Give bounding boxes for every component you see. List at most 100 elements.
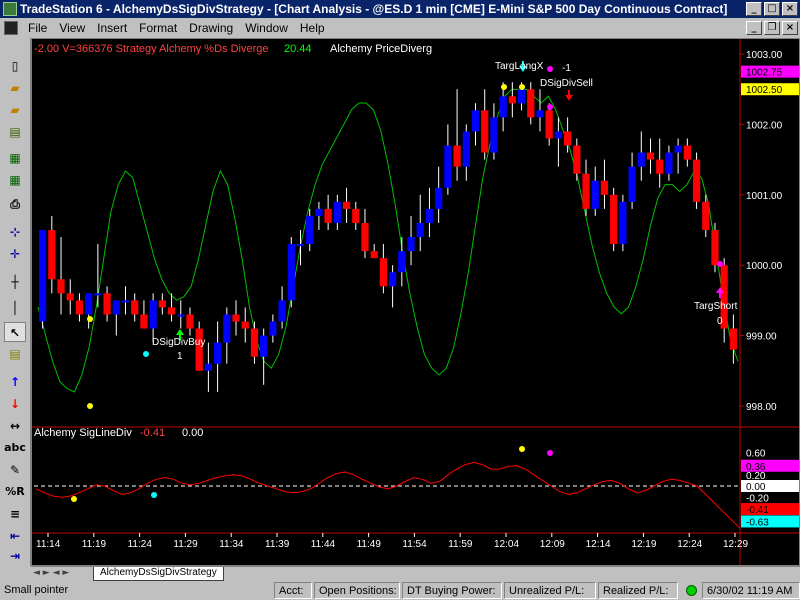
new-icon[interactable]: ▯ <box>4 56 26 76</box>
menu-file[interactable]: File <box>22 21 53 35</box>
time-tick-label: 11:14 <box>36 539 61 550</box>
horizontal-arrows-icon[interactable]: ↔ <box>4 416 26 436</box>
lower-header-value1: -0.41 <box>140 427 165 439</box>
candle-body <box>324 208 332 223</box>
candle-body <box>214 342 222 364</box>
candle-body <box>490 117 498 153</box>
candle-body <box>39 230 47 322</box>
candle-body <box>665 152 673 174</box>
candle-body <box>564 131 572 146</box>
candle-body <box>85 293 93 315</box>
menu-drawing[interactable]: Drawing <box>183 21 239 35</box>
chart-window[interactable]: 1003.00 1002.00 1001.00 1000.00 999.00 998.00… <box>31 38 800 566</box>
print-icon[interactable]: ⎙ <box>4 194 26 214</box>
sig-marker <box>71 496 77 502</box>
document-icon[interactable] <box>4 21 18 35</box>
candle-body <box>425 208 434 223</box>
buy-arrow-icon[interactable]: ↑ <box>4 372 26 392</box>
time-tick-label: 12:14 <box>586 539 611 550</box>
quote-icon[interactable]: ▦ <box>4 170 26 190</box>
pencil-icon[interactable]: ✎ <box>4 460 26 480</box>
divergence-marker <box>87 316 93 322</box>
app-icon <box>3 2 17 16</box>
sigline-line <box>35 461 741 529</box>
menu-view[interactable]: View <box>53 21 91 35</box>
lines-icon[interactable]: ≡ <box>4 504 26 524</box>
last-bar-icon[interactable]: ⇥ <box>4 546 26 566</box>
divergence-marker <box>87 403 93 409</box>
candle-body <box>186 314 194 329</box>
candle-body <box>536 110 544 118</box>
first-bar-icon[interactable]: ⇤ <box>4 526 26 546</box>
abc-icon[interactable]: abc <box>4 438 26 458</box>
chart-svg[interactable]: 1003.00 1002.00 1001.00 1000.00 999.00 998.00… <box>32 39 799 565</box>
divergence-marker <box>501 84 507 90</box>
divergence-marker <box>717 261 723 267</box>
candle-body <box>361 222 369 252</box>
time-tick-label: 12:19 <box>631 539 656 550</box>
divergence-marker <box>519 84 525 90</box>
text-note-icon[interactable]: ▤ <box>4 344 26 364</box>
status-datetime: 6/30/02 11:19 AM <box>702 582 800 599</box>
doc-close-button[interactable]: × <box>782 21 798 35</box>
minimize-button[interactable]: _ <box>746 2 762 16</box>
doc-minimize-button[interactable]: _ <box>746 21 762 35</box>
candle-body <box>140 314 148 329</box>
vline-icon[interactable]: │ <box>4 298 26 318</box>
candle-body <box>517 89 526 104</box>
candle-body <box>112 300 120 315</box>
close-button[interactable]: × <box>782 2 798 16</box>
candle-body <box>545 110 553 139</box>
tab-alchemy-strategy[interactable]: AlchemyDsSigDivStrategy <box>93 567 224 581</box>
time-tick-label: 11:39 <box>265 539 290 550</box>
candle-body <box>204 363 212 371</box>
candle-body <box>131 300 139 315</box>
sig-value-tag-label: 0.36 <box>746 462 766 473</box>
maximize-button[interactable]: □ <box>764 2 780 16</box>
doc-restore-button[interactable]: ❐ <box>764 21 780 35</box>
candle-body <box>481 110 489 153</box>
candle-body <box>508 96 516 104</box>
hline-icon[interactable]: ┼ <box>4 272 26 292</box>
candle-body <box>306 215 314 245</box>
candle-body <box>435 187 443 209</box>
sig-value-tag-label: -0.41 <box>746 505 769 516</box>
pointer-icon[interactable]: ↖ <box>4 322 26 342</box>
candle-body <box>232 314 240 322</box>
tab-scroll-arrows[interactable]: ◄ ► ◄ ► <box>33 568 69 578</box>
divergence-marker <box>143 351 149 357</box>
cursor-cross-icon[interactable]: ⊹ <box>4 222 26 242</box>
workspace-icon[interactable]: ▤ <box>4 122 26 142</box>
title-bar: TradeStation 6 - AlchemyDsSigDivStrategy… <box>0 0 800 18</box>
candle-body <box>167 307 176 315</box>
crosshair-icon[interactable]: ✛ <box>4 244 26 264</box>
candle-body <box>66 293 74 301</box>
sell-arrow-marker <box>565 90 573 101</box>
price-tick-label: 1002.00 <box>746 120 783 131</box>
menu-help[interactable]: Help <box>294 21 331 35</box>
candle-body <box>453 145 461 167</box>
candle-body <box>407 237 415 252</box>
candle-body <box>278 300 286 322</box>
sig-marker <box>519 446 525 452</box>
sell-arrow-icon[interactable]: ↓ <box>4 394 26 414</box>
open-folder-icon[interactable]: ▰ <box>4 100 26 120</box>
menu-window[interactable]: Window <box>239 21 294 35</box>
menu-insert[interactable]: Insert <box>91 21 133 35</box>
percent-r-icon[interactable]: %R <box>4 482 26 502</box>
status-acct: Acct: <box>274 582 312 599</box>
candle-body <box>296 244 305 247</box>
candle-body <box>94 293 102 296</box>
chart-icon[interactable]: ▦ <box>4 148 26 168</box>
candle-body <box>57 279 65 294</box>
candle-body <box>582 173 590 209</box>
candle-body <box>462 131 470 167</box>
candle-body <box>389 272 397 287</box>
menu-format[interactable]: Format <box>133 21 183 35</box>
time-tick-label: 12:24 <box>677 539 702 550</box>
open-icon[interactable]: ▰ <box>4 78 26 98</box>
candle-body <box>241 321 249 329</box>
price-tick-label: 998.00 <box>746 402 777 413</box>
candle-body <box>333 201 341 223</box>
status-bar: Small pointer Acct: Open Positions: DT B… <box>0 581 800 600</box>
